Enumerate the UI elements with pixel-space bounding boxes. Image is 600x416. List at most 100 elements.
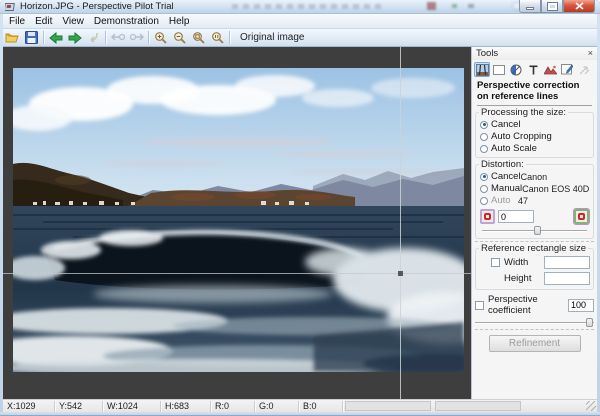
reference-crosshair-node[interactable] (398, 271, 403, 276)
zoom-in-button[interactable] (151, 30, 170, 46)
horizon-tool-icon[interactable] (542, 62, 558, 77)
close-button[interactable] (563, 0, 595, 13)
original-image-label[interactable]: Original image (232, 32, 312, 43)
tools-panel: Tools × (471, 47, 597, 399)
redo-button[interactable] (127, 30, 146, 46)
processing-cancel-option[interactable]: Cancel (479, 119, 590, 130)
status-panel (435, 401, 521, 411)
minimize-button[interactable] (519, 0, 541, 13)
text-tool-icon[interactable] (525, 62, 541, 77)
height-input[interactable] (544, 272, 590, 285)
perspective-tool-icon[interactable] (474, 62, 490, 77)
radio-icon[interactable] (480, 185, 488, 193)
radio-icon[interactable] (480, 121, 488, 129)
menu-edit[interactable]: Edit (30, 16, 57, 27)
perspective-coefficient-checkbox[interactable] (475, 301, 484, 310)
option-label: Auto Cropping (491, 131, 552, 142)
undo-button[interactable] (108, 30, 127, 46)
status-w: W:1024 (103, 401, 161, 412)
zoom-fit-button[interactable] (189, 30, 208, 46)
distortion-group-label: Distortion: (479, 159, 526, 170)
dashed-divider (475, 241, 594, 242)
menu-file[interactable]: File (4, 16, 30, 27)
option-label: Cancel (491, 119, 521, 130)
save-button[interactable] (22, 30, 41, 46)
rectangle-tool-icon[interactable] (491, 62, 507, 77)
perspective-slider[interactable] (475, 318, 594, 327)
slider-thumb[interactable] (534, 226, 541, 235)
processing-group: Processing the size: Cancel Auto Croppin… (475, 112, 594, 158)
refinement-button[interactable]: Refinement (489, 335, 581, 352)
camera-model-value[interactable]: Canon EOS 40D (522, 184, 590, 194)
tools-panel-header[interactable]: Tools × (472, 47, 597, 60)
open-button[interactable] (3, 30, 22, 46)
status-panel (345, 401, 431, 411)
menu-bar: File Edit View Demonstration Help (0, 14, 600, 29)
distortion-auto-option[interactable]: Auto 47 (479, 195, 590, 206)
slider-track (475, 322, 594, 323)
move-tool-icon[interactable] (576, 62, 592, 77)
height-label: Height (504, 273, 531, 284)
undo-icon (111, 32, 125, 43)
radio-icon[interactable] (480, 145, 488, 153)
status-b: B:0 (299, 401, 343, 412)
rotate-left-button[interactable] (480, 209, 495, 224)
resize-grip[interactable] (586, 401, 596, 411)
zoom-out-icon (173, 31, 186, 44)
radio-icon[interactable] (480, 197, 488, 205)
perspective-coefficient-label: Perspective coefficient (488, 294, 568, 316)
processing-auto-cropping-option[interactable]: Auto Cropping (479, 131, 590, 142)
camera-maker-value[interactable]: Canon (521, 172, 590, 182)
app-icon (5, 2, 16, 12)
dashed-divider (475, 329, 594, 330)
option-label: Auto (491, 195, 511, 206)
background-bleed (452, 4, 457, 8)
angle-row (480, 209, 589, 224)
title-bar[interactable]: Horizon.JPG - Perspective Pilot Trial (0, 0, 600, 14)
open-icon (5, 31, 20, 44)
distortion-manual-option[interactable]: Manual Canon EOS 40D (479, 183, 590, 194)
width-input[interactable] (544, 256, 590, 269)
status-x: X:1029 (3, 401, 55, 412)
panel-close-icon[interactable]: × (588, 49, 593, 58)
width-checkbox[interactable] (491, 258, 500, 267)
perspective-coefficient-input[interactable] (568, 299, 594, 312)
angle-input[interactable] (498, 210, 534, 223)
menu-help[interactable]: Help (164, 16, 195, 27)
colors-tool-icon[interactable] (508, 62, 524, 77)
close-icon (575, 2, 584, 10)
toolbar: Original image (0, 29, 600, 47)
back-button[interactable] (46, 30, 65, 46)
rotate-left-icon (484, 213, 491, 220)
menu-demonstration[interactable]: Demonstration (89, 16, 164, 27)
option-label: Cancel (491, 171, 521, 182)
distortion-group: Distortion: Cancel Canon Manual Canon EO… (475, 164, 594, 239)
forward-button[interactable] (65, 30, 84, 46)
rotate-right-button[interactable] (574, 209, 589, 224)
apply-button[interactable] (84, 30, 103, 46)
height-row: Height (479, 271, 590, 286)
background-bleed (468, 4, 474, 8)
toolbar-separator (105, 31, 106, 44)
distortion-cancel-option[interactable]: Cancel Canon (479, 171, 590, 182)
edit-tool-icon[interactable] (559, 62, 575, 77)
status-r: R:0 (211, 401, 255, 412)
image-canvas[interactable] (3, 47, 471, 399)
zoom-actual-button[interactable] (208, 30, 227, 46)
width-label: Width (504, 257, 528, 268)
window-border-bottom (0, 412, 600, 416)
photo-horizon-jpg (13, 68, 464, 372)
zoom-out-button[interactable] (170, 30, 189, 46)
minimize-icon (526, 7, 534, 10)
reference-group-label: Reference rectangle size (479, 243, 588, 254)
focal-length-value[interactable]: 47 (518, 196, 590, 206)
radio-icon[interactable] (480, 173, 488, 181)
radio-icon[interactable] (480, 133, 488, 141)
angle-slider[interactable] (482, 226, 587, 235)
slider-thumb[interactable] (586, 318, 593, 327)
menu-view[interactable]: View (57, 16, 89, 27)
processing-auto-scale-option[interactable]: Auto Scale (479, 143, 590, 154)
toolbar-separator (43, 31, 44, 44)
vertical-reference-line[interactable] (400, 47, 401, 399)
maximize-button[interactable] (541, 0, 563, 13)
